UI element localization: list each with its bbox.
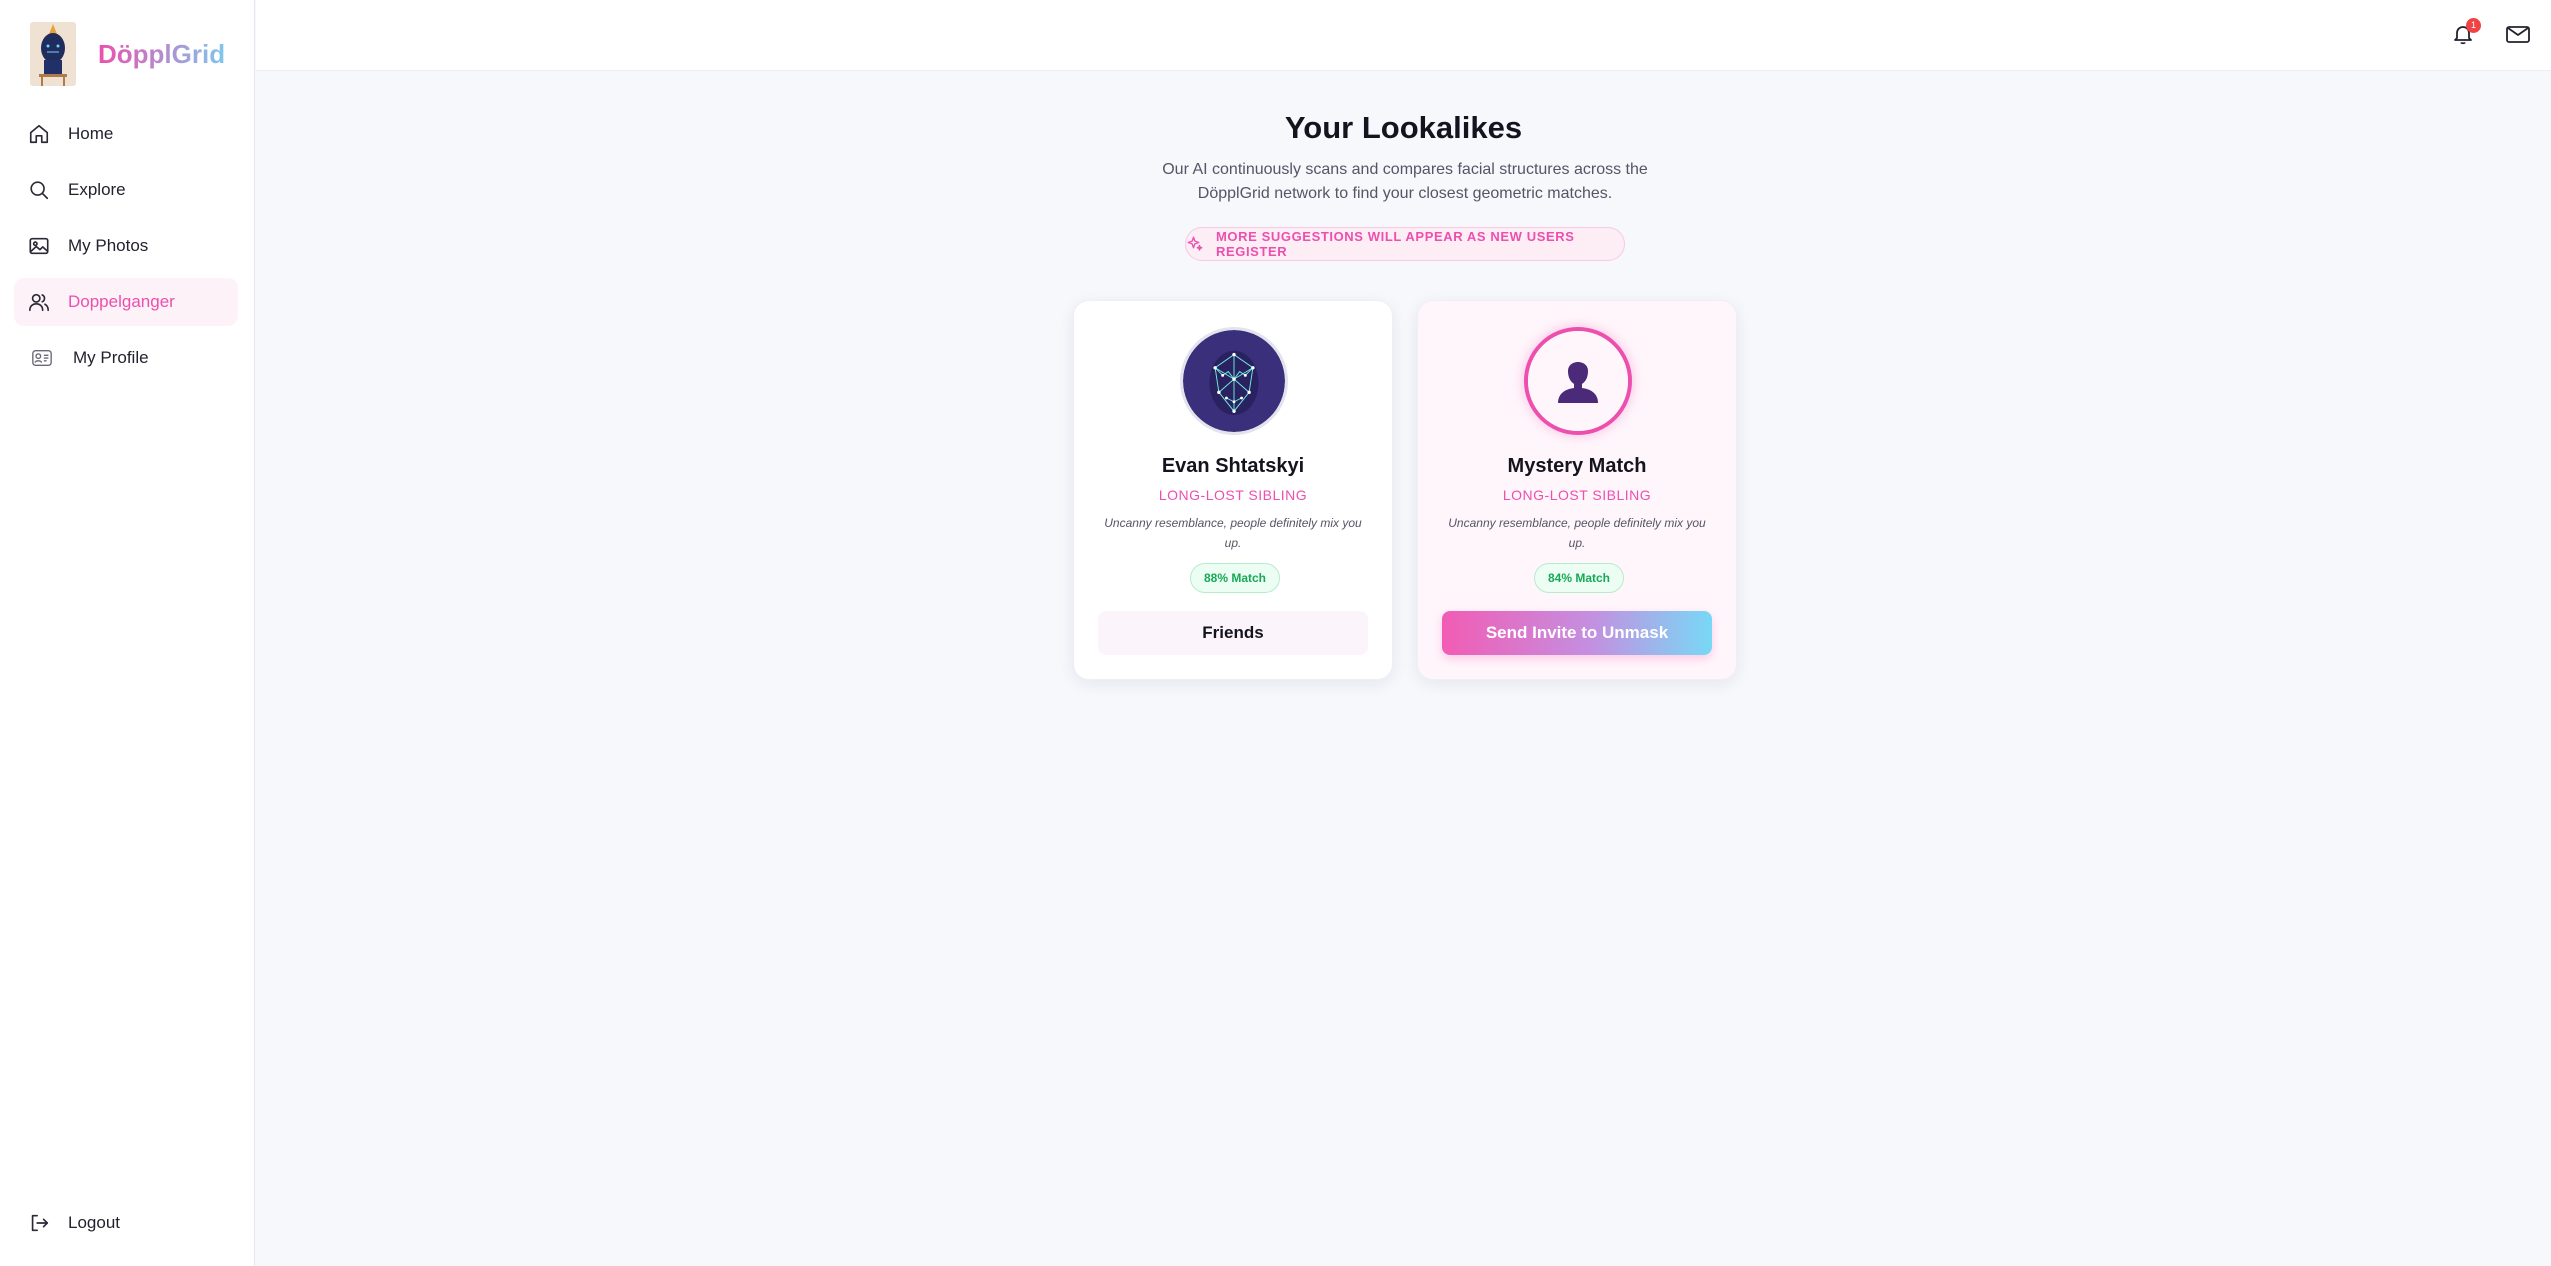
- avatar[interactable]: [1180, 327, 1288, 435]
- lookalike-card: Mystery Match LONG-LOST SIBLING Uncanny …: [1417, 300, 1737, 680]
- brand-logo: [30, 22, 76, 86]
- mail-icon: [2506, 26, 2530, 43]
- notifications-button[interactable]: 1: [2451, 18, 2481, 46]
- brand[interactable]: DöpplGrid: [30, 22, 225, 86]
- sidebar-item-label: Home: [68, 124, 114, 143]
- logout-label: Logout: [68, 1213, 120, 1232]
- page-title: Your Lookalikes: [1284, 110, 1523, 145]
- lookalike-card: Evan Shtatskyi LONG-LOST SIBLING Uncanny…: [1073, 300, 1393, 680]
- suggestions-notice: MORE SUGGESTIONS WILL APPEAR AS NEW USER…: [1185, 227, 1625, 261]
- sidebar: DöpplGrid Home Explore My Photos Doppelg…: [0, 0, 255, 1266]
- match-badge: 88% Match: [1190, 563, 1280, 593]
- suggestions-notice-text: MORE SUGGESTIONS WILL APPEAR AS NEW USER…: [1216, 229, 1575, 259]
- match-badge: 84% Match: [1534, 563, 1624, 593]
- profile-icon: [31, 347, 53, 369]
- page-subtitle: Our AI continuously scans and compares f…: [1162, 161, 1648, 202]
- messages-button[interactable]: [2505, 22, 2531, 46]
- brand-name: DöpplGrid: [98, 38, 226, 69]
- card-tag: LONG-LOST SIBLING: [1158, 487, 1308, 503]
- avatar[interactable]: [1524, 327, 1632, 435]
- logout-icon: [28, 1212, 50, 1234]
- sidebar-item-label: Explore: [68, 180, 126, 199]
- photos-icon: [28, 235, 50, 257]
- card-name: Mystery Match: [1507, 455, 1647, 477]
- sidebar-item-my-profile[interactable]: My Profile: [14, 334, 238, 382]
- users-icon: [28, 291, 50, 313]
- home-icon: [28, 123, 50, 145]
- notification-badge: 1: [2466, 18, 2481, 33]
- card-description: Uncanny resemblance, people definitely m…: [1448, 516, 1706, 550]
- sidebar-item-explore[interactable]: Explore: [14, 166, 238, 214]
- sidebar-item-label: Doppelganger: [68, 292, 175, 311]
- sidebar-item-doppelganger[interactable]: Doppelganger: [14, 278, 238, 326]
- topbar: 1: [256, 0, 2551, 71]
- sidebar-item-label: My Profile: [73, 348, 149, 367]
- sidebar-item-label: My Photos: [68, 236, 149, 255]
- card-description: Uncanny resemblance, people definitely m…: [1104, 516, 1362, 550]
- send-invite-button[interactable]: Send Invite to Unmask: [1442, 611, 1712, 655]
- sidebar-nav: Home Explore My Photos Doppelganger My P…: [14, 110, 238, 390]
- friends-button[interactable]: Friends: [1098, 611, 1368, 655]
- card-tag: LONG-LOST SIBLING: [1502, 487, 1652, 503]
- person-silhouette-icon: [1528, 331, 1628, 431]
- sparkle-icon: [1186, 235, 1204, 253]
- card-name: Evan Shtatskyi: [1161, 455, 1305, 477]
- logout-button[interactable]: Logout: [28, 1212, 120, 1234]
- sidebar-item-home[interactable]: Home: [14, 110, 238, 158]
- search-icon: [28, 179, 50, 201]
- sidebar-item-my-photos[interactable]: My Photos: [14, 222, 238, 270]
